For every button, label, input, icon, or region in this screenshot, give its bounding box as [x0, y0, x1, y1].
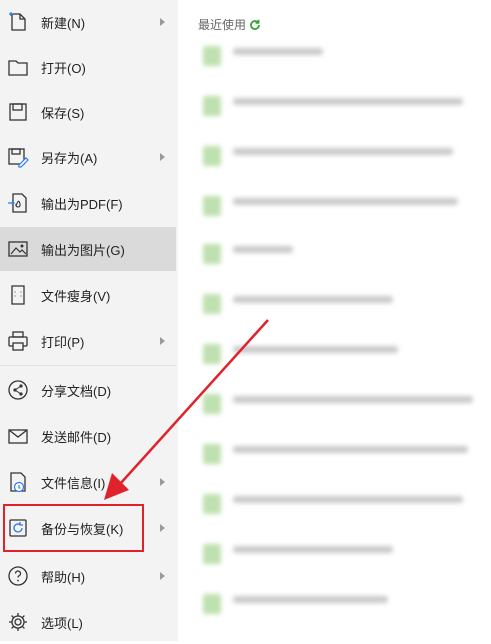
recent-file-row[interactable] — [203, 142, 491, 170]
menu-item-help[interactable]: 帮助(H) — [0, 554, 176, 598]
recent-file-row[interactable] — [203, 192, 491, 220]
recent-file-row[interactable] — [203, 440, 491, 468]
menu-item-share[interactable]: 分享文档(D) — [0, 368, 176, 412]
menu-item-label: 输出为图片(G) — [41, 242, 125, 258]
menu-divider — [0, 365, 176, 366]
recent-file-row[interactable] — [203, 340, 491, 368]
menu-item-label: 发送邮件(D) — [41, 429, 112, 445]
chevron-right-icon — [160, 18, 165, 26]
menu-item-label: 另存为(A) — [41, 150, 98, 166]
chevron-right-icon — [160, 337, 165, 345]
help-icon — [7, 565, 29, 587]
menu-item-label: 分享文档(D) — [41, 383, 112, 399]
menu-item-options[interactable]: 选项(L) — [0, 600, 176, 644]
annotation-highlight-box — [3, 504, 144, 552]
pdf-export-icon — [7, 192, 29, 214]
recent-file-row[interactable] — [203, 42, 491, 70]
chevron-right-icon — [160, 524, 165, 532]
menu-item-file-slim[interactable]: 文件瘦身(V) — [0, 273, 176, 317]
recent-file-row[interactable] — [203, 390, 491, 418]
share-icon — [7, 379, 29, 401]
recent-file-row[interactable] — [203, 240, 491, 268]
recent-header: 最近使用 — [198, 16, 261, 33]
menu-item-label: 打开(O) — [41, 60, 86, 76]
save-icon — [7, 101, 29, 123]
recent-file-row[interactable] — [203, 290, 491, 318]
menu-item-new[interactable]: 新建(N) — [0, 0, 176, 44]
image-export-icon — [7, 238, 29, 260]
chevron-right-icon — [160, 153, 165, 161]
menu-item-label: 新建(N) — [41, 15, 86, 31]
menu-item-send-mail[interactable]: 发送邮件(D) — [0, 414, 176, 458]
mail-icon — [7, 425, 29, 447]
menu-item-print[interactable]: 打印(P) — [0, 319, 176, 363]
recent-title: 最近使用 — [198, 18, 247, 32]
recent-file-row[interactable] — [203, 92, 491, 120]
file-slim-icon — [7, 284, 29, 306]
menu-item-export-image[interactable]: 输出为图片(G) — [0, 227, 176, 271]
recent-file-row[interactable] — [203, 540, 491, 568]
menu-item-label: 打印(P) — [41, 334, 85, 350]
menu-item-file-info[interactable]: 文件信息(I) — [0, 460, 176, 504]
menu-item-export-pdf[interactable]: 输出为PDF(F) — [0, 181, 176, 225]
menu-item-save[interactable]: 保存(S) — [0, 90, 176, 134]
new-doc-icon — [7, 11, 29, 33]
recent-file-row[interactable] — [203, 590, 491, 618]
menu-item-label: 文件信息(I) — [41, 475, 106, 491]
printer-icon — [7, 330, 29, 352]
recent-files-panel: 最近使用 — [178, 0, 491, 641]
menu-item-label: 输出为PDF(F) — [41, 196, 123, 212]
folder-icon — [7, 56, 29, 78]
chevron-right-icon — [160, 478, 165, 486]
menu-item-label: 保存(S) — [41, 105, 85, 121]
menu-item-save-as[interactable]: 另存为(A) — [0, 135, 176, 179]
refresh-icon[interactable] — [249, 19, 261, 31]
menu-item-open[interactable]: 打开(O) — [0, 45, 176, 89]
chevron-right-icon — [160, 572, 165, 580]
gear-icon — [7, 611, 29, 633]
save-as-icon — [7, 146, 29, 168]
menu-item-label: 选项(L) — [41, 615, 83, 631]
recent-file-row[interactable] — [203, 490, 491, 518]
info-icon — [7, 471, 29, 493]
menu-item-label: 帮助(H) — [41, 569, 86, 585]
menu-item-label: 文件瘦身(V) — [41, 288, 111, 304]
